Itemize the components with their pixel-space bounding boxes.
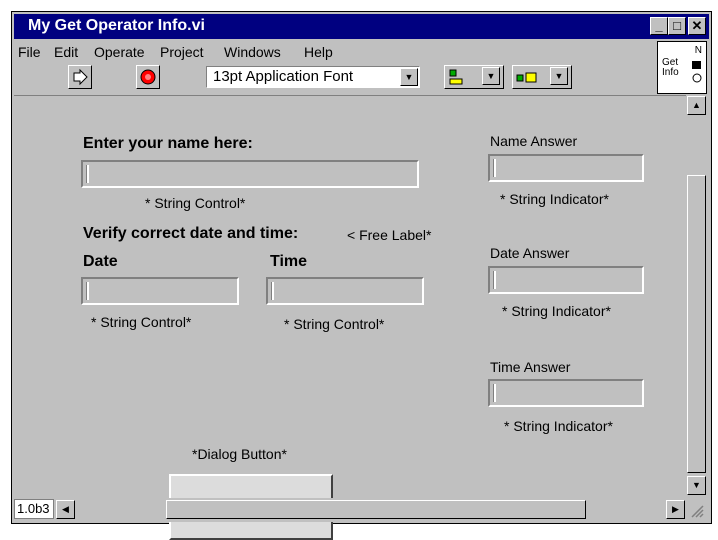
name-label: Enter your name here: <box>83 135 253 152</box>
font-label: 13pt Application Font <box>213 68 354 85</box>
menu-file[interactable]: File <box>18 44 41 60</box>
minimize-button[interactable]: _ <box>650 17 668 35</box>
run-button[interactable] <box>68 65 92 89</box>
name-answer-indicator <box>488 154 644 182</box>
date-caption: * String Control* <box>91 314 192 330</box>
date-answer-caption: * String Indicator* <box>502 303 611 319</box>
connector-pane-icon <box>692 61 702 83</box>
vi-icon-text: Get Info <box>662 57 679 78</box>
name-answer-caption: * String Indicator* <box>500 191 609 207</box>
menu-project[interactable]: Project <box>160 44 204 60</box>
horizontal-scrollbar[interactable]: 1.0b3 ◀ ▶ <box>14 498 707 522</box>
date-label: Date <box>83 253 118 270</box>
maximize-button[interactable]: □ <box>668 17 686 35</box>
distribute-icon <box>516 72 537 83</box>
date-input[interactable] <box>81 277 239 305</box>
vi-window: My Get Operator Info.vi _ □ ✕ File Edit … <box>11 11 712 540</box>
vertical-scrollbar[interactable]: ▲ ▼ <box>686 95 707 497</box>
title-bar[interactable]: My Get Operator Info.vi _ □ ✕ <box>14 14 709 39</box>
toolbar: 13pt Application Font ▼ ▼ ▼ <box>14 64 654 94</box>
time-input[interactable] <box>266 277 424 305</box>
vi-icon[interactable]: Get Info N <box>657 41 707 94</box>
abort-button[interactable] <box>136 65 160 89</box>
verify-label: Verify correct date and time: <box>83 225 299 242</box>
chevron-down-icon[interactable]: ▼ <box>482 67 500 85</box>
font-selector[interactable]: 13pt Application Font ▼ <box>206 66 420 88</box>
date-answer-label: Date Answer <box>490 245 570 261</box>
menu-operate[interactable]: Operate <box>94 44 145 60</box>
stop-icon <box>140 69 156 85</box>
window-title: My Get Operator Info.vi <box>28 17 205 34</box>
time-label: Time <box>270 253 308 270</box>
dialog-caption: *Dialog Button* <box>192 446 287 462</box>
vertical-scroll-thumb[interactable] <box>687 175 706 473</box>
time-caption: * String Control* <box>284 316 385 332</box>
menu-windows[interactable]: Windows <box>224 44 281 60</box>
scroll-right-icon[interactable]: ▶ <box>666 500 685 519</box>
connector-label: N <box>694 45 702 56</box>
name-input[interactable] <box>81 160 419 188</box>
version-display: 1.0b3 <box>14 499 54 519</box>
menu-help[interactable]: Help <box>304 44 333 60</box>
free-label: < Free Label* <box>347 227 432 243</box>
align-objects-ring[interactable]: ▼ <box>444 65 504 89</box>
date-answer-indicator <box>488 266 644 294</box>
chevron-down-icon[interactable]: ▼ <box>550 67 568 85</box>
front-panel: Enter your name here: * String Control* … <box>14 95 686 540</box>
menu-edit[interactable]: Edit <box>54 44 78 60</box>
chevron-down-icon[interactable]: ▼ <box>400 68 418 86</box>
time-answer-indicator <box>488 379 644 407</box>
name-caption: * String Control* <box>145 195 246 211</box>
scroll-up-icon[interactable]: ▲ <box>687 96 706 115</box>
distribute-objects-ring[interactable]: ▼ <box>512 65 572 89</box>
align-icon <box>449 69 463 85</box>
name-answer-label: Name Answer <box>490 133 578 149</box>
scroll-left-icon[interactable]: ◀ <box>56 500 75 519</box>
resize-grip-icon[interactable] <box>688 502 704 518</box>
time-answer-label: Time Answer <box>490 359 571 375</box>
time-answer-caption: * String Indicator* <box>504 418 613 434</box>
close-button[interactable]: ✕ <box>688 17 706 35</box>
scroll-down-icon[interactable]: ▼ <box>687 476 706 495</box>
horizontal-scroll-thumb[interactable] <box>166 500 586 519</box>
run-arrow-icon <box>73 68 88 86</box>
menu-bar: File Edit Operate Project Windows Help <box>14 42 654 62</box>
